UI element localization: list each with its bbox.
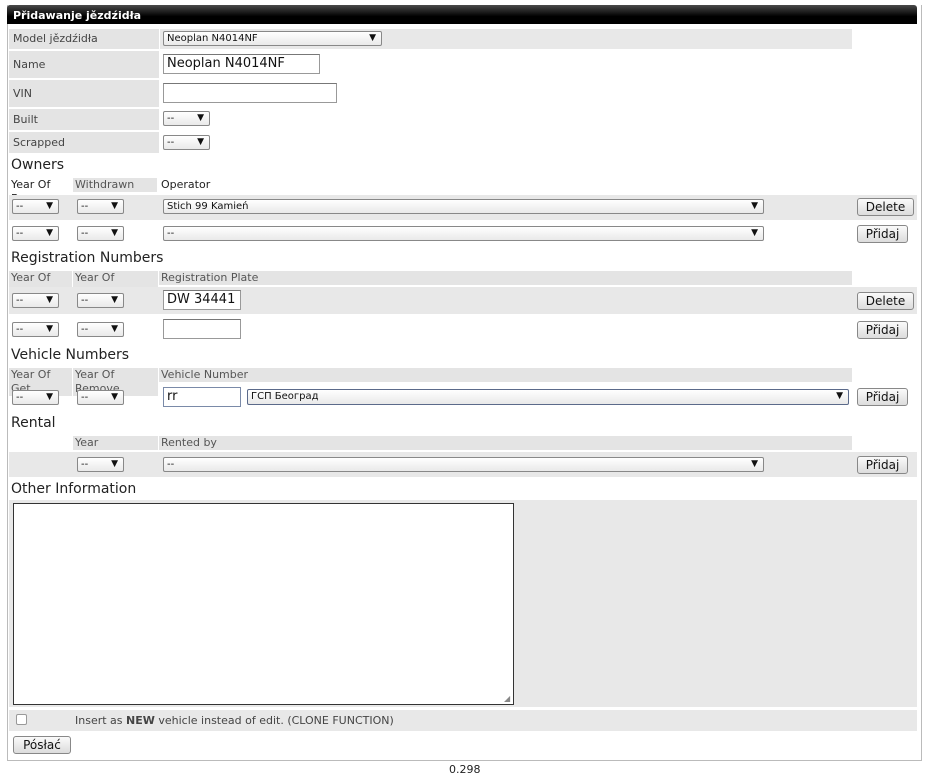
built-label: Built xyxy=(9,109,159,130)
rental-header-rented-by: Rented by xyxy=(159,436,852,450)
chevron-down-icon: ▼ xyxy=(46,228,53,238)
registration-row-1-bg xyxy=(9,287,917,314)
clone-label-prefix: Insert as xyxy=(75,714,127,727)
registration-row-2-remove-select[interactable]: -- ▼ xyxy=(77,322,124,337)
scrapped-select[interactable]: -- ▼ xyxy=(163,135,210,150)
select-value: -- xyxy=(81,459,89,470)
select-value: -- xyxy=(81,324,89,335)
select-value: -- xyxy=(16,295,24,306)
rental-title: Rental xyxy=(11,415,56,431)
select-value: -- xyxy=(81,392,89,403)
submit-button[interactable]: Pósłać xyxy=(13,736,71,754)
select-value: Stich 99 Kamień xyxy=(167,201,249,212)
built-select-value: -- xyxy=(167,113,175,124)
vehicle-row-1-number-input[interactable]: rr xyxy=(163,387,241,407)
owners-row-1-buy-select[interactable]: -- ▼ xyxy=(12,199,59,214)
registration-row-2-add-button[interactable]: Přidaj xyxy=(857,321,908,339)
chevron-down-icon: ▼ xyxy=(111,228,118,238)
owners-row-1-withdrawn-select[interactable]: -- ▼ xyxy=(77,199,124,214)
select-value: -- xyxy=(16,201,24,212)
scrapped-label: Scrapped xyxy=(9,132,159,153)
vehicle-header-number: Vehicle Number xyxy=(159,368,852,382)
name-input[interactable]: Neoplan N4014NF xyxy=(163,54,320,74)
clone-checkbox[interactable] xyxy=(16,714,27,725)
owners-row-1-operator-select[interactable]: Stich 99 Kamień ▼ xyxy=(163,199,764,214)
chevron-down-icon: ▼ xyxy=(751,459,758,469)
model-label: Model jězdźidła xyxy=(9,29,159,49)
select-value: -- xyxy=(16,324,24,335)
chevron-down-icon: ▼ xyxy=(111,295,118,305)
other-information-title: Other Information xyxy=(11,481,137,497)
rental-header-year: Year xyxy=(73,436,158,450)
owners-row-2-add-button[interactable]: Přidaj xyxy=(857,225,908,243)
registration-header-plate: Registration Plate xyxy=(159,271,852,285)
name-label: Name xyxy=(9,51,159,78)
chevron-down-icon: ▼ xyxy=(111,392,118,402)
vin-label: VIN xyxy=(9,80,159,107)
chevron-down-icon: ▼ xyxy=(46,295,53,305)
built-select[interactable]: -- ▼ xyxy=(163,111,210,126)
scrapped-select-value: -- xyxy=(167,137,175,148)
clone-label: Insert as NEW vehicle instead of edit. (… xyxy=(75,714,394,727)
clone-label-bold: NEW xyxy=(126,714,155,727)
vehicle-numbers-title: Vehicle Numbers xyxy=(11,347,130,363)
chevron-down-icon: ▼ xyxy=(111,324,118,334)
resize-handle-icon[interactable]: ◢ xyxy=(504,695,512,703)
select-value: ГСП Београд xyxy=(251,391,319,402)
chevron-down-icon: ▼ xyxy=(46,324,53,334)
registration-row-1-remove-select[interactable]: -- ▼ xyxy=(77,293,124,308)
owners-header-operator: Operator xyxy=(161,178,211,191)
select-value: -- xyxy=(167,459,175,470)
select-value: -- xyxy=(167,228,175,239)
chevron-down-icon: ▼ xyxy=(197,113,204,123)
chevron-down-icon: ▼ xyxy=(46,392,53,402)
vin-input[interactable] xyxy=(163,83,337,103)
vehicle-row-1-add-button[interactable]: Přidaj xyxy=(857,388,908,406)
other-information-textarea[interactable] xyxy=(13,503,514,705)
owners-row-1-delete-button[interactable]: Delete xyxy=(857,198,914,216)
chevron-down-icon: ▼ xyxy=(751,201,758,211)
owners-row-2-withdrawn-select[interactable]: -- ▼ xyxy=(77,226,124,241)
rental-row-1-year-select[interactable]: -- ▼ xyxy=(77,457,124,472)
owners-row-2-buy-select[interactable]: -- ▼ xyxy=(12,226,59,241)
registration-row-1-plate-input[interactable]: DW 34441 xyxy=(163,290,241,310)
vehicle-row-1-operator-select[interactable]: ГСП Београд ▼ xyxy=(247,389,849,405)
select-value: -- xyxy=(81,295,89,306)
chevron-down-icon: ▼ xyxy=(111,459,118,469)
owners-header-withdrawn: Withdrawn xyxy=(73,178,157,192)
vehicle-row-1-get-select[interactable]: -- ▼ xyxy=(12,390,59,405)
chevron-down-icon: ▼ xyxy=(836,391,843,401)
registration-row-2-get-select[interactable]: -- ▼ xyxy=(12,322,59,337)
rental-row-1-add-button[interactable]: Přidaj xyxy=(857,456,908,474)
render-time: 0.298 xyxy=(449,763,481,776)
registration-row-2-plate-input[interactable] xyxy=(163,319,241,339)
select-value: -- xyxy=(16,392,24,403)
chevron-down-icon: ▼ xyxy=(111,201,118,211)
registration-row-1-get-select[interactable]: -- ▼ xyxy=(12,293,59,308)
clone-label-suffix: vehicle instead of edit. (CLONE FUNCTION… xyxy=(154,714,394,727)
registration-title: Registration Numbers xyxy=(11,250,164,266)
model-select-value: Neoplan N4014NF xyxy=(167,33,258,44)
model-select[interactable]: Neoplan N4014NF ▼ xyxy=(163,31,382,46)
owners-row-2-operator-select[interactable]: -- ▼ xyxy=(163,226,764,241)
rental-row-1-rented-by-select[interactable]: -- ▼ xyxy=(163,457,764,472)
chevron-down-icon: ▼ xyxy=(197,137,204,147)
owners-title: Owners xyxy=(11,157,65,173)
select-value: -- xyxy=(16,228,24,239)
registration-row-1-delete-button[interactable]: Delete xyxy=(857,292,914,310)
chevron-down-icon: ▼ xyxy=(46,201,53,211)
vehicle-row-1-remove-select[interactable]: -- ▼ xyxy=(77,390,124,405)
select-value: -- xyxy=(81,201,89,212)
select-value: -- xyxy=(81,228,89,239)
chevron-down-icon: ▼ xyxy=(369,33,376,43)
chevron-down-icon: ▼ xyxy=(751,228,758,238)
window-title: Přidawanje jězdźidła xyxy=(7,5,917,24)
